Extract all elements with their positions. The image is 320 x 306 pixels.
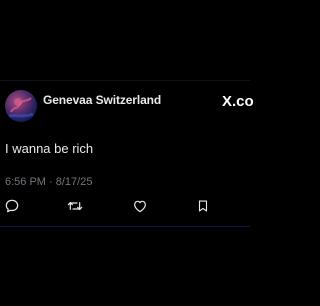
post-timestamp[interactable]: 6:56 PM · 8/17/25 (5, 176, 92, 188)
heart-icon (134, 200, 146, 213)
post[interactable]: Genevaa Switzerland X.co I wanna be rich… (0, 81, 254, 226)
bookmark-icon (198, 200, 208, 212)
reply-icon (5, 199, 19, 213)
bottom-divider (0, 226, 250, 227)
brand-watermark: X.co (222, 91, 262, 111)
repost-button[interactable] (66, 197, 84, 215)
repost-icon (67, 201, 83, 211)
post-card-screen: Genevaa Switzerland X.co I wanna be rich… (0, 0, 254, 306)
reply-button[interactable] (3, 197, 21, 215)
like-button[interactable] (131, 197, 149, 215)
avatar[interactable] (5, 90, 37, 122)
action-bar (0, 197, 250, 217)
brand-label: X.co (222, 92, 254, 110)
bookmark-button[interactable] (194, 197, 212, 215)
author-name[interactable]: Genevaa Switzerland (43, 93, 161, 107)
post-text: I wanna be rich (5, 141, 94, 156)
avatar-image (8, 97, 34, 118)
